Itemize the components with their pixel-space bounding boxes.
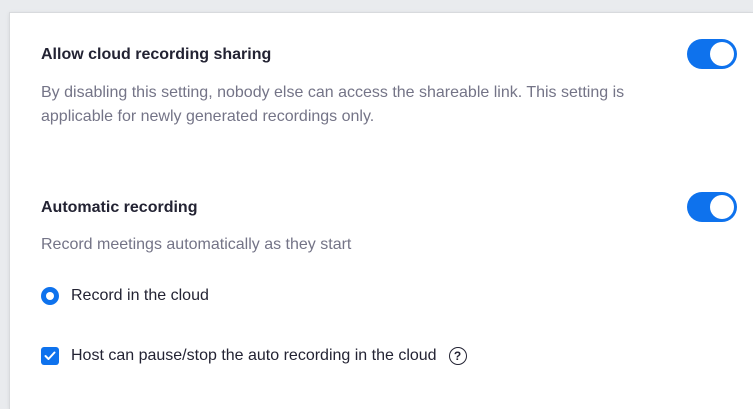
record-in-cloud-label: Record in the cloud [71, 287, 209, 304]
cloud-sharing-title: Allow cloud recording sharing [41, 46, 272, 63]
host-pause-stop-option[interactable]: Host can pause/stop the auto recording i… [41, 347, 467, 365]
automatic-recording-title: Automatic recording [41, 199, 198, 216]
cloud-sharing-description: By disabling this setting, nobody else c… [41, 84, 625, 125]
host-pause-stop-label: Host can pause/stop the auto recording i… [71, 347, 437, 364]
radio-dot [46, 292, 54, 300]
radio-button[interactable] [41, 287, 59, 305]
toggle-knob [710, 195, 734, 219]
automatic-recording-description: Record meetings automatically as they st… [41, 236, 352, 253]
checkbox[interactable] [41, 347, 59, 365]
cloud-sharing-toggle[interactable] [687, 39, 737, 69]
question-circle-icon[interactable]: ? [448, 347, 467, 365]
automatic-recording-toggle[interactable] [687, 192, 737, 222]
checkmark-icon [44, 351, 56, 360]
toggle-knob [710, 42, 734, 66]
record-in-cloud-option[interactable]: Record in the cloud [41, 287, 209, 305]
settings-panel: Allow cloud recording sharing By disabli… [9, 12, 753, 409]
